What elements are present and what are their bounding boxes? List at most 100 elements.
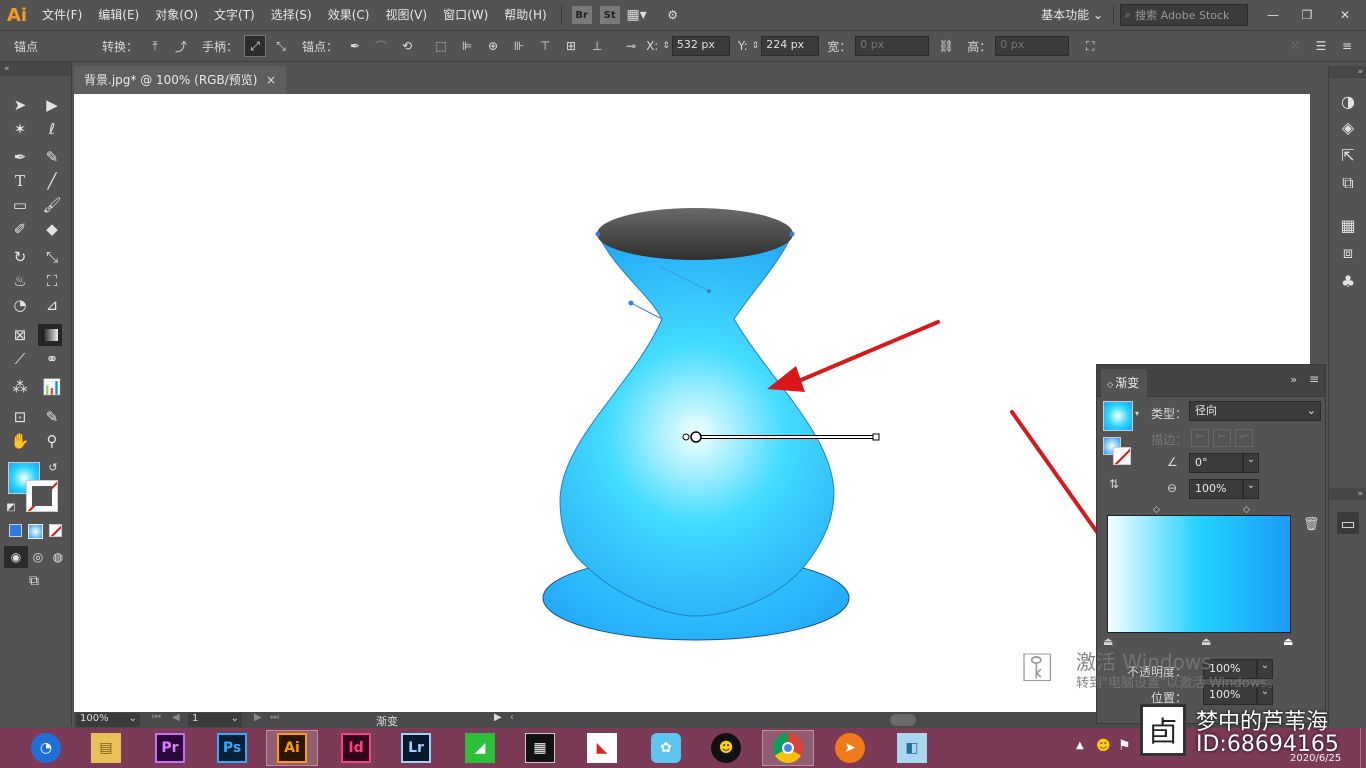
- align-hcenter-icon[interactable]: ⊕: [482, 35, 504, 57]
- prev-artboard-icon[interactable]: ◀: [172, 712, 180, 723]
- column-graph-tool-icon[interactable]: 📊: [40, 376, 64, 398]
- stroke-across-icon[interactable]: ⌐: [1235, 429, 1253, 447]
- gradient-origin-handle[interactable]: [682, 433, 690, 441]
- menu-help[interactable]: 帮助(H): [496, 0, 554, 30]
- align-bottom-icon[interactable]: ⊥: [586, 35, 608, 57]
- stroke-along-icon[interactable]: ⌐: [1213, 429, 1231, 447]
- eraser-tool-icon[interactable]: ◆: [40, 218, 64, 240]
- taskbar-red-app[interactable]: ◣: [576, 730, 628, 766]
- tray-qq-icon[interactable]: ☻: [1096, 738, 1111, 754]
- taskbar-blue-app[interactable]: ◧: [886, 730, 938, 766]
- status-menu-icon[interactable]: ▶: [494, 712, 502, 723]
- anchor-point[interactable]: [789, 231, 795, 237]
- align-top-icon[interactable]: ⊤: [534, 35, 556, 57]
- draw-inside-icon[interactable]: ◍: [46, 546, 70, 568]
- rectangle-tool-icon[interactable]: ▭: [8, 194, 32, 216]
- menu-object[interactable]: 对象(O): [147, 0, 206, 30]
- select-similar-icon[interactable]: ⁙: [1284, 35, 1306, 57]
- angle-dropdown[interactable]: ⌄: [1243, 453, 1259, 473]
- taskbar-orange-app[interactable]: ➤: [824, 730, 876, 766]
- gradient-slider[interactable]: [1107, 515, 1291, 633]
- swap-fill-stroke-icon[interactable]: ↺: [46, 460, 60, 474]
- gradient-mode-button[interactable]: [28, 524, 43, 539]
- dock-collapse-icon[interactable]: »: [1329, 66, 1366, 78]
- close-tab-icon[interactable]: ×: [266, 66, 276, 94]
- gpu-performance-icon[interactable]: ⚙: [662, 4, 684, 26]
- panel-menu-icon[interactable]: ≡: [1309, 372, 1319, 386]
- show-handles-icon[interactable]: ⤢: [244, 35, 267, 57]
- menu-effect[interactable]: 效果(C): [320, 0, 378, 30]
- taskbar-video-editor[interactable]: ▦: [514, 730, 566, 766]
- artboard-tool-icon[interactable]: ⊡: [8, 406, 32, 428]
- reverse-gradient-icon[interactable]: ⇅: [1109, 477, 1119, 491]
- stock-search[interactable]: ⌕ 搜索 Adobe Stock: [1120, 4, 1248, 26]
- bridge-button[interactable]: Br: [571, 6, 592, 24]
- align-vcenter-icon[interactable]: ⊞: [560, 35, 582, 57]
- convert-corner-icon[interactable]: ⤒: [144, 35, 166, 57]
- rotate-tool-icon[interactable]: ↻: [8, 246, 32, 268]
- options-icon[interactable]: ☰: [1310, 35, 1332, 57]
- line-tool-icon[interactable]: ╱: [40, 170, 64, 192]
- dock-collapse-icon[interactable]: »: [1329, 488, 1366, 500]
- blend-tool-icon[interactable]: ⚭: [40, 348, 64, 370]
- minimize-button[interactable]: —: [1262, 4, 1284, 26]
- menu-file[interactable]: 文件(F): [34, 0, 90, 30]
- cut-path-icon[interactable]: ⟲: [396, 35, 418, 57]
- warp-tool-icon[interactable]: ♨: [8, 270, 32, 292]
- y-stepper-icon[interactable]: ⇕: [752, 41, 760, 51]
- gradient-tool-icon[interactable]: [38, 324, 62, 346]
- aspect-dropdown[interactable]: ⌄: [1243, 479, 1259, 499]
- vase-body[interactable]: [559, 233, 835, 617]
- artboard-select[interactable]: 1 ⌄: [188, 713, 242, 727]
- type-tool-icon[interactable]: T: [8, 170, 32, 192]
- menu-type[interactable]: 文字(T): [206, 0, 263, 30]
- direct-selection-tool-icon[interactable]: ▶: [40, 94, 64, 116]
- slice-tool-icon[interactable]: ✎: [40, 406, 64, 428]
- magic-wand-tool-icon[interactable]: ✶: [8, 118, 32, 140]
- menu-edit[interactable]: 编辑(E): [90, 0, 147, 30]
- gradient-end-handle[interactable]: [872, 433, 880, 441]
- fill-stroke-mini[interactable]: [1103, 437, 1131, 465]
- stroke-swatch[interactable]: [26, 480, 58, 512]
- menu-select[interactable]: 选择(S): [263, 0, 320, 30]
- restore-button[interactable]: ❐: [1296, 4, 1318, 26]
- taskbar-illustrator[interactable]: Ai: [266, 730, 318, 766]
- remove-anchor-icon[interactable]: ✒: [344, 35, 366, 57]
- align-right-icon[interactable]: ⊪: [508, 35, 530, 57]
- tray-flag-icon[interactable]: ⚑: [1118, 738, 1131, 754]
- zoom-select[interactable]: 100% ⌄: [76, 713, 140, 727]
- type-select[interactable]: 径向 ⌄: [1189, 401, 1321, 421]
- screen-mode-icon[interactable]: ⧉: [22, 570, 46, 592]
- shape-builder-tool-icon[interactable]: ◔: [8, 294, 32, 316]
- shaper-tool-icon[interactable]: ✐: [8, 218, 32, 240]
- stock-button[interactable]: St: [599, 6, 620, 24]
- free-transform-tool-icon[interactable]: ⛶: [40, 270, 64, 292]
- lasso-tool-icon[interactable]: ℓ: [40, 118, 64, 140]
- draw-normal-icon[interactable]: ◉: [4, 546, 28, 568]
- gradient-center-handle[interactable]: [690, 431, 702, 443]
- hide-handles-icon[interactable]: ⤡: [270, 35, 292, 57]
- link-proportions-icon[interactable]: ⛓: [935, 35, 957, 57]
- gradient-preview-swatch[interactable]: [1103, 401, 1133, 431]
- panel-menu-icon[interactable]: ≡: [1336, 35, 1358, 57]
- appearance-icon[interactable]: ◈: [1337, 116, 1359, 138]
- x-stepper-icon[interactable]: ⇕: [662, 41, 670, 51]
- start-button[interactable]: ◔: [20, 730, 72, 766]
- export-icon[interactable]: ⇱: [1337, 144, 1359, 166]
- scroll-left-icon[interactable]: ‹: [510, 712, 514, 723]
- taskbar-qq[interactable]: ☻: [700, 730, 752, 766]
- mesh-tool-icon[interactable]: ⊠: [8, 324, 32, 346]
- reference-point-icon[interactable]: ⊸: [620, 35, 642, 57]
- menu-view[interactable]: 视图(V): [377, 0, 435, 30]
- menu-window[interactable]: 窗口(W): [435, 0, 496, 30]
- collapse-panel-icon[interactable]: »: [1290, 373, 1297, 386]
- libraries-icon[interactable]: ◑: [1337, 90, 1359, 112]
- last-artboard-icon[interactable]: ⏭: [270, 712, 279, 723]
- pathfinder-icon[interactable]: ⧉: [1337, 172, 1359, 194]
- connect-anchor-icon[interactable]: ⌒: [370, 35, 392, 57]
- taskbar-bird-app[interactable]: ✿: [640, 730, 692, 766]
- gradient-panel-tab[interactable]: ◇ 渐变: [1101, 369, 1147, 397]
- angle-field[interactable]: 0°: [1189, 453, 1243, 473]
- symbols-icon[interactable]: ♣: [1337, 270, 1359, 292]
- gradient-panel-icon[interactable]: ▭: [1337, 512, 1359, 534]
